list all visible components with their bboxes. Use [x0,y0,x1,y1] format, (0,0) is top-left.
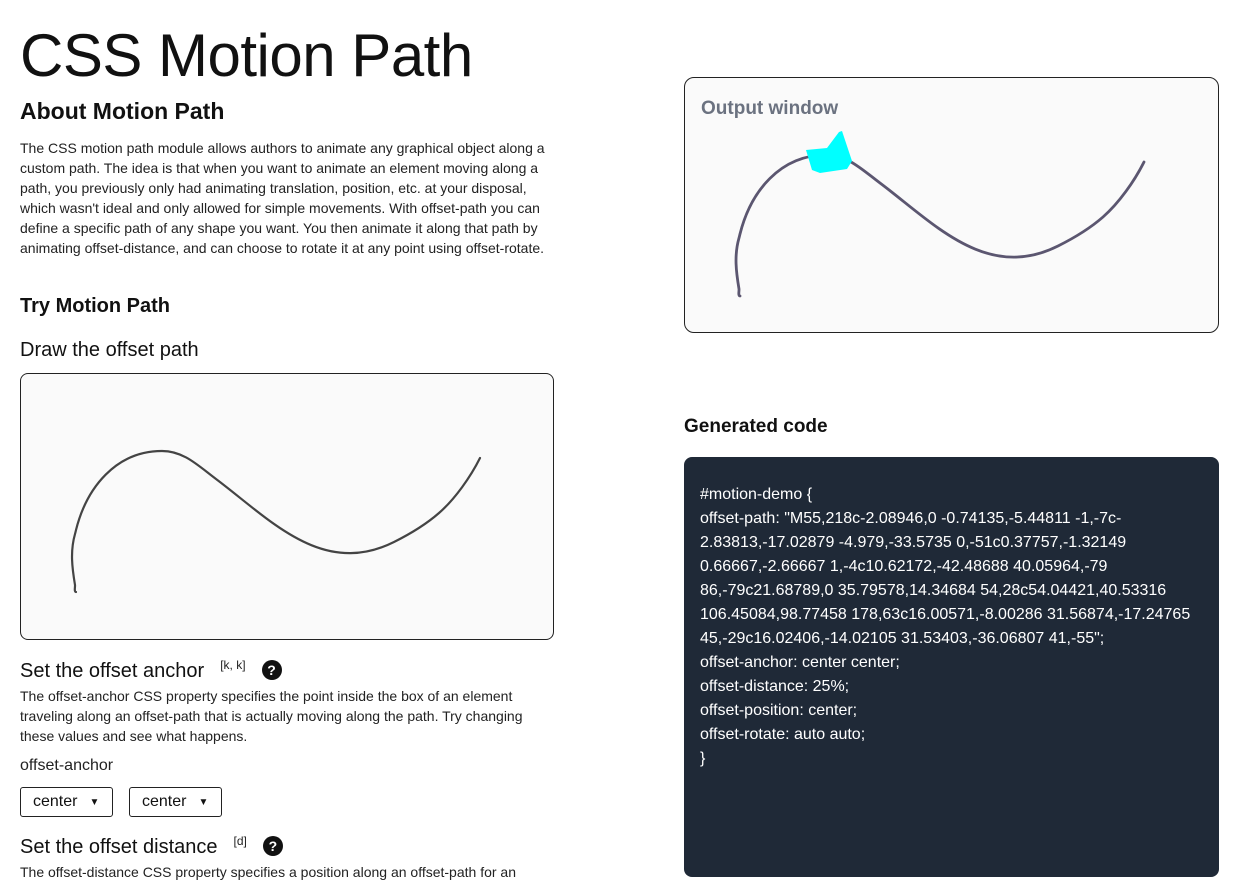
offset-distance-description: The offset-distance CSS property specifi… [20,864,516,880]
offset-anchor-heading: Set the offset anchor [20,660,205,682]
draw-path-canvas[interactable] [20,373,554,640]
code-line: offset-path: "M55,218c-2.08946,0 -0.7413… [700,510,1195,647]
page-title: CSS Motion Path [20,22,473,89]
try-heading: Try Motion Path [20,295,170,317]
offset-distance-header: Set the offset distance [d] ? [20,834,283,858]
offset-anchor-label: offset-anchor [20,757,114,774]
code-line: } [700,750,706,767]
code-line: offset-rotate: auto auto; [700,726,866,743]
output-motion-path [734,153,1146,298]
code-line: offset-position: center; [700,702,858,719]
code-line: #motion-demo { [700,486,813,503]
offset-anchor-shortcut: [k, k] [220,658,246,672]
offset-anchor-description: The offset-anchor CSS property specifies… [20,688,523,744]
offset-anchor-y-value: center [142,793,187,810]
motion-demo-shape [806,131,852,173]
offset-anchor-help-icon[interactable]: ? [261,660,282,680]
about-heading: About Motion Path [20,98,225,124]
chevron-down-icon: ▼ [89,796,100,808]
output-canvas [734,131,1146,298]
generated-code-block: #motion-demo { offset-path: "M55,218c-2.… [684,457,1219,877]
code-line: offset-anchor: center center; [700,654,900,671]
drawn-path [70,449,482,594]
offset-anchor-x-select[interactable]: center ▼ [20,787,113,817]
code-line: offset-distance: 25%; [700,678,850,695]
about-text: The CSS motion path module allows author… [20,140,545,256]
offset-distance-heading: Set the offset distance [20,836,218,858]
generated-code-heading: Generated code [684,416,828,437]
chevron-down-icon: ▼ [198,796,209,808]
offset-distance-help-icon[interactable]: ? [262,836,283,856]
draw-heading: Draw the offset path [20,339,199,361]
offset-distance-shortcut: [d] [233,834,247,848]
page: CSS Motion Path About Motion Path The CS… [0,0,1250,884]
output-window: Output window [684,77,1219,333]
offset-anchor-y-select[interactable]: center ▼ [129,787,222,817]
offset-anchor-header: Set the offset anchor [k, k] ? [20,658,282,682]
offset-anchor-x-value: center [33,793,78,810]
